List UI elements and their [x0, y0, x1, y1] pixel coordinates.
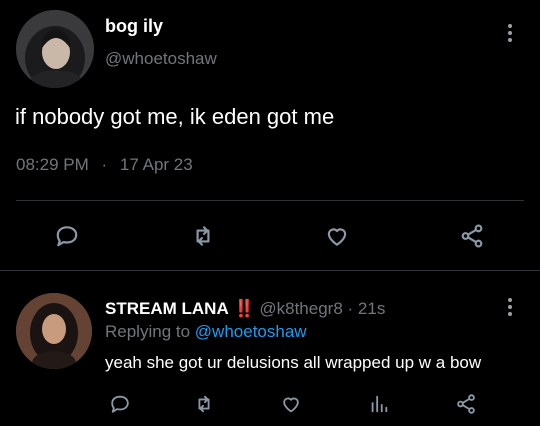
reply-analytics-button[interactable] — [365, 390, 393, 418]
share-icon — [461, 224, 483, 248]
analytics-icon — [371, 395, 388, 413]
replying-to-label: Replying to — [105, 322, 191, 341]
reply-handle[interactable]: @k8thegr8 — [259, 299, 342, 318]
reply-like-button[interactable] — [277, 390, 305, 418]
reply-retweet-button[interactable] — [190, 390, 218, 418]
like-icon — [283, 397, 299, 413]
reply-button[interactable] — [53, 222, 81, 250]
divider — [0, 270, 540, 271]
reply-time: 21s — [357, 299, 386, 318]
reply-reply-button[interactable] — [106, 390, 134, 418]
retweet-icon — [198, 395, 210, 413]
separator-dot: · — [347, 299, 354, 318]
separator-dot: · — [101, 155, 108, 174]
user-handle[interactable]: @whoetoshaw — [105, 49, 217, 69]
retweet-icon — [196, 226, 210, 246]
share-button[interactable] — [458, 222, 486, 250]
reply-more-icon[interactable] — [507, 298, 513, 319]
reply-display-name[interactable]: STREAM LANA — [105, 299, 229, 318]
divider — [16, 200, 524, 201]
like-button[interactable] — [323, 222, 351, 250]
share-icon — [457, 394, 475, 414]
reply-text: yeah she got ur delusions all wrapped up… — [105, 353, 482, 372]
avatar[interactable] — [16, 10, 94, 88]
emoji-double-exclamation: ‼️ — [233, 299, 255, 318]
tweet-time: 08:29 PM — [16, 155, 89, 174]
tweet-text: if nobody got me, ik eden got me — [15, 104, 335, 129]
replying-to: Replying to @whoetoshaw — [105, 322, 307, 342]
reply-icon — [56, 226, 78, 247]
display-name[interactable]: bog ily — [105, 16, 163, 37]
reply-icon — [111, 395, 129, 413]
retweet-button[interactable] — [189, 222, 217, 250]
reply-header: STREAM LANA ‼️ @k8thegr8 · 21s — [105, 299, 385, 319]
like-icon — [327, 228, 347, 246]
tweet-date: 17 Apr 23 — [119, 155, 193, 174]
reply-share-button[interactable] — [452, 390, 480, 418]
timestamp: 08:29 PM · 17 Apr 23 — [16, 155, 193, 175]
more-icon[interactable] — [507, 24, 513, 45]
replying-to-handle[interactable]: @whoetoshaw — [195, 322, 307, 341]
reply-avatar[interactable] — [16, 293, 92, 369]
